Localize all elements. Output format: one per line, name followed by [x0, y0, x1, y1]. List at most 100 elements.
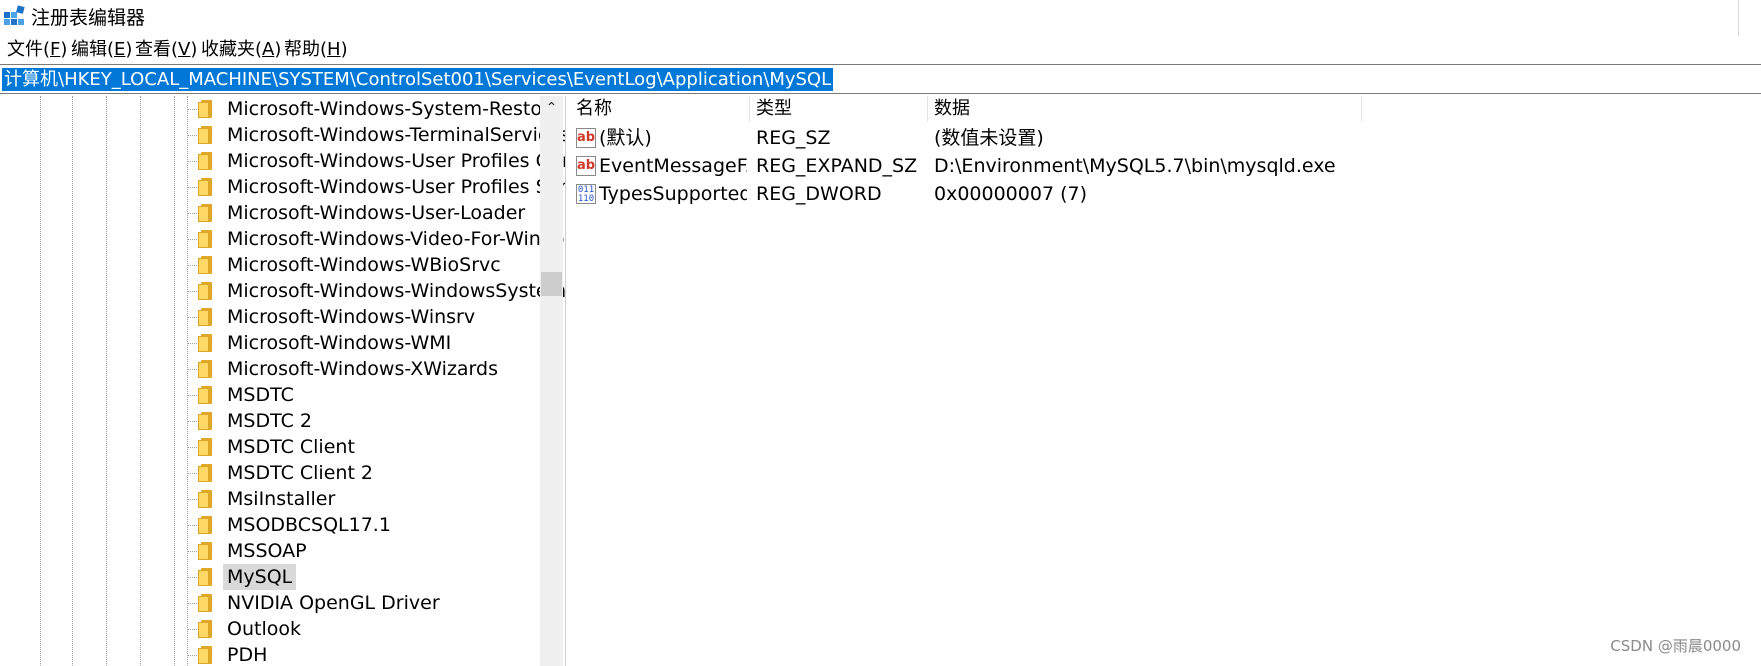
- tree-item[interactable]: MSDTC 2: [163, 408, 543, 434]
- tree-item-label: MySQL: [223, 564, 297, 590]
- value-name: TypesSupported: [599, 183, 747, 205]
- tree-item[interactable]: Microsoft-Windows-Video-For-Windows: [163, 226, 565, 252]
- folder-icon: [198, 464, 212, 482]
- value-data: (数值未设置): [934, 127, 1044, 149]
- value-row[interactable]: ab (默认) REG_SZ (数值未设置): [570, 124, 1761, 152]
- tree-connector: [187, 343, 197, 344]
- folder-icon: [198, 308, 212, 326]
- folder-icon: [198, 516, 212, 534]
- tree-item-label: Outlook: [227, 618, 301, 640]
- menu-favorites-key: A: [262, 39, 275, 60]
- tree-item[interactable]: MSODBCSQL17.1: [163, 512, 543, 538]
- scroll-up-icon[interactable]: ⌃: [540, 96, 563, 120]
- menu-help-key: H: [327, 39, 341, 60]
- menu-edit-key: E: [114, 39, 126, 60]
- registry-editor-icon: [4, 5, 25, 25]
- string-value-icon: ab: [576, 156, 596, 176]
- tree-connector: [187, 551, 197, 552]
- scroll-thumb[interactable]: [541, 272, 562, 296]
- folder-icon: [198, 256, 212, 274]
- tree-item-label: Microsoft-Windows-Video-For-Windows: [227, 228, 566, 250]
- tree-item-label: Microsoft-Windows-TerminalServices: [227, 124, 566, 146]
- tree-item[interactable]: Microsoft-Windows-System-Restore: [163, 96, 561, 122]
- tree-item[interactable]: MySQL: [163, 564, 543, 590]
- value-row[interactable]: ab EventMessageF... REG_EXPAND_SZ D:\Enviro…: [570, 152, 1761, 180]
- folder-icon: [198, 204, 212, 222]
- menu-favorites-end: ): [274, 39, 282, 60]
- menu-view-label: 查看(: [135, 39, 179, 60]
- address-path[interactable]: 计算机\HKEY_LOCAL_MACHINE\SYSTEM\ControlSet…: [2, 68, 834, 91]
- tree-item-label: MsiInstaller: [227, 488, 336, 510]
- folder-icon: [198, 230, 212, 248]
- tree-item-label: Microsoft-Windows-User Profiles General: [227, 150, 565, 172]
- tree-item-label: MSDTC Client: [227, 436, 355, 458]
- tree-item-label: MSSOAP: [227, 540, 307, 562]
- watermark: CSDN @雨晨0000: [1610, 637, 1741, 655]
- tree-item[interactable]: Microsoft-Windows-User Profiles Service: [163, 174, 565, 200]
- tree-item[interactable]: Microsoft-Windows-TerminalServices: [163, 122, 565, 148]
- tree-connector: [187, 499, 197, 500]
- tree-item[interactable]: Microsoft-Windows-XWizards: [163, 356, 543, 382]
- tree-item[interactable]: MSDTC Client: [163, 434, 543, 460]
- tree-connector: [187, 187, 197, 188]
- menu-view-end: ): [190, 39, 198, 60]
- menu-file-end: ): [60, 39, 68, 60]
- tree-item[interactable]: MSSOAP: [163, 538, 543, 564]
- menu-help[interactable]: 帮助(H): [282, 36, 350, 64]
- folder-icon: [198, 282, 212, 300]
- tree-item[interactable]: MSDTC Client 2: [163, 460, 543, 486]
- tree-item[interactable]: PDH: [163, 642, 543, 666]
- value-row[interactable]: 011 110 TypesSupported REG_DWORD 0x00000007 …: [570, 180, 1761, 208]
- folder-icon: [198, 126, 212, 144]
- value-type: REG_DWORD: [756, 183, 882, 205]
- menu-edit[interactable]: 编辑(E): [69, 36, 134, 64]
- value-name: EventMessageF...: [599, 155, 747, 177]
- tree-connector: [187, 525, 197, 526]
- tree-item[interactable]: MSDTC: [163, 382, 543, 408]
- value-type: REG_SZ: [756, 127, 831, 149]
- tree-connector: [187, 291, 197, 292]
- menu-favorites[interactable]: 收藏夹(A): [199, 36, 283, 64]
- tree-connector: [187, 369, 197, 370]
- menu-file[interactable]: 文件(F): [5, 36, 69, 64]
- tree-item[interactable]: Outlook: [163, 616, 543, 642]
- tree-item[interactable]: Microsoft-Windows-User Profiles General: [163, 148, 565, 174]
- tree-item-label: Microsoft-Windows-System-Restore: [227, 98, 562, 120]
- tree-connector: [187, 109, 197, 110]
- folder-icon: [198, 568, 212, 586]
- folder-icon: [198, 620, 212, 638]
- folder-icon: [198, 360, 212, 378]
- tree-connector: [187, 135, 197, 136]
- column-data[interactable]: 数据: [928, 96, 1362, 122]
- tree-connector: [187, 603, 197, 604]
- tree-item[interactable]: Microsoft-Windows-WMI: [163, 330, 543, 356]
- tree-item[interactable]: Microsoft-Windows-User-Loader: [163, 200, 543, 226]
- tree-item-label: MSODBCSQL17.1: [227, 514, 391, 536]
- title-bar: 注册表编辑器: [0, 0, 1761, 36]
- tree-item-label: MSDTC: [227, 384, 294, 406]
- menu-view[interactable]: 查看(V): [133, 36, 199, 64]
- tree-item[interactable]: Microsoft-Windows-WBioSrvc: [163, 252, 543, 278]
- tree-scrollbar[interactable]: ⌃: [540, 96, 563, 666]
- tree-item-label: PDH: [227, 644, 268, 666]
- column-type[interactable]: 类型: [750, 96, 928, 122]
- key-tree-pane: Microsoft-Windows-System-Restore Microsof…: [0, 96, 566, 666]
- address-bar[interactable]: 计算机\HKEY_LOCAL_MACHINE\SYSTEM\ControlSet…: [0, 64, 1761, 94]
- tree-item[interactable]: MsiInstaller: [163, 486, 543, 512]
- tree-item[interactable]: NVIDIA OpenGL Driver: [163, 590, 543, 616]
- tree-item[interactable]: Microsoft-Windows-WindowsSystemAssessmen…: [163, 278, 565, 304]
- tree-connector: [187, 655, 197, 656]
- string-value-icon: ab: [576, 128, 596, 148]
- tree-item[interactable]: Microsoft-Windows-Winsrv: [163, 304, 543, 330]
- column-name[interactable]: 名称: [570, 96, 750, 122]
- menu-view-key: V: [178, 39, 191, 60]
- menu-edit-end: ): [125, 39, 133, 60]
- value-type: REG_EXPAND_SZ: [756, 155, 918, 177]
- menu-bar: 文件(F) 编辑(E) 查看(V) 收藏夹(A) 帮助(H): [0, 36, 1761, 64]
- tree-item-label: Microsoft-Windows-User-Loader: [227, 202, 526, 224]
- tree-connector: [187, 473, 197, 474]
- tree-item-label: Microsoft-Windows-WMI: [227, 332, 452, 354]
- menu-file-label: 文件(: [7, 39, 51, 60]
- tree-item-label: Microsoft-Windows-WBioSrvc: [227, 254, 501, 276]
- folder-icon: [198, 646, 212, 664]
